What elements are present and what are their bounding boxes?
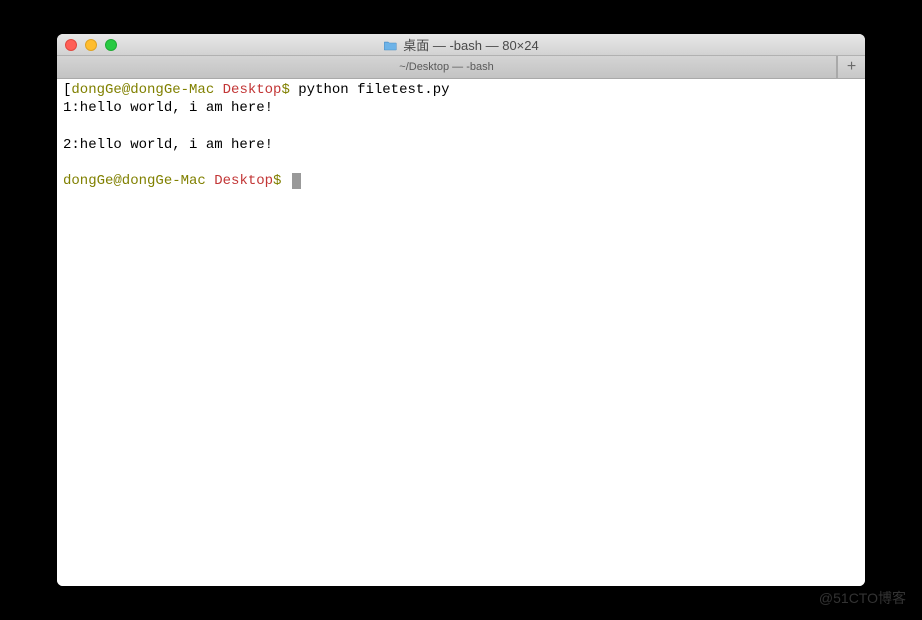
watermark: @51CTO博客 <box>819 588 906 608</box>
plus-icon: + <box>847 58 856 76</box>
prompt-symbol-2: $ <box>273 173 281 189</box>
terminal-blank-2 <box>63 154 859 172</box>
prompt-user-host-2: dongGe@dongGe-Mac <box>63 173 206 189</box>
prompt-directory: Desktop <box>223 82 282 98</box>
titlebar[interactable]: 桌面 — -bash — 80×24 <box>57 34 865 56</box>
maximize-button[interactable] <box>105 39 117 51</box>
close-button[interactable] <box>65 39 77 51</box>
prompt-directory-2: Desktop <box>214 173 273 189</box>
terminal-blank-1 <box>63 117 859 135</box>
tabbar: ~/Desktop — -bash + <box>57 56 865 79</box>
window-title-group: 桌面 — -bash — 80×24 <box>383 35 538 54</box>
command-text: python filetest.py <box>298 82 449 98</box>
terminal-line-prompt: dongGe@dongGe-Mac Desktop$ <box>63 172 859 190</box>
window-title: 桌面 — -bash — 80×24 <box>403 35 538 54</box>
minimize-button[interactable] <box>85 39 97 51</box>
tab-label: ~/Desktop — -bash <box>399 61 493 73</box>
terminal-line-1: [dongGe@dongGe-Mac Desktop$ python filet… <box>63 81 859 99</box>
traffic-lights <box>65 39 117 51</box>
terminal-window: 桌面 — -bash — 80×24 ~/Desktop — -bash + [… <box>57 34 865 586</box>
new-tab-button[interactable]: + <box>837 56 865 78</box>
terminal-output-1: 1:hello world, i am here! <box>63 99 859 117</box>
folder-icon <box>383 39 397 50</box>
prompt-symbol: $ <box>281 82 289 98</box>
prompt-user-host: dongGe@dongGe-Mac <box>71 82 214 98</box>
terminal-output-2: 2:hello world, i am here! <box>63 136 859 154</box>
terminal-body[interactable]: [dongGe@dongGe-Mac Desktop$ python filet… <box>57 79 865 586</box>
cursor <box>292 173 301 189</box>
tab-desktop-bash[interactable]: ~/Desktop — -bash <box>57 56 837 78</box>
